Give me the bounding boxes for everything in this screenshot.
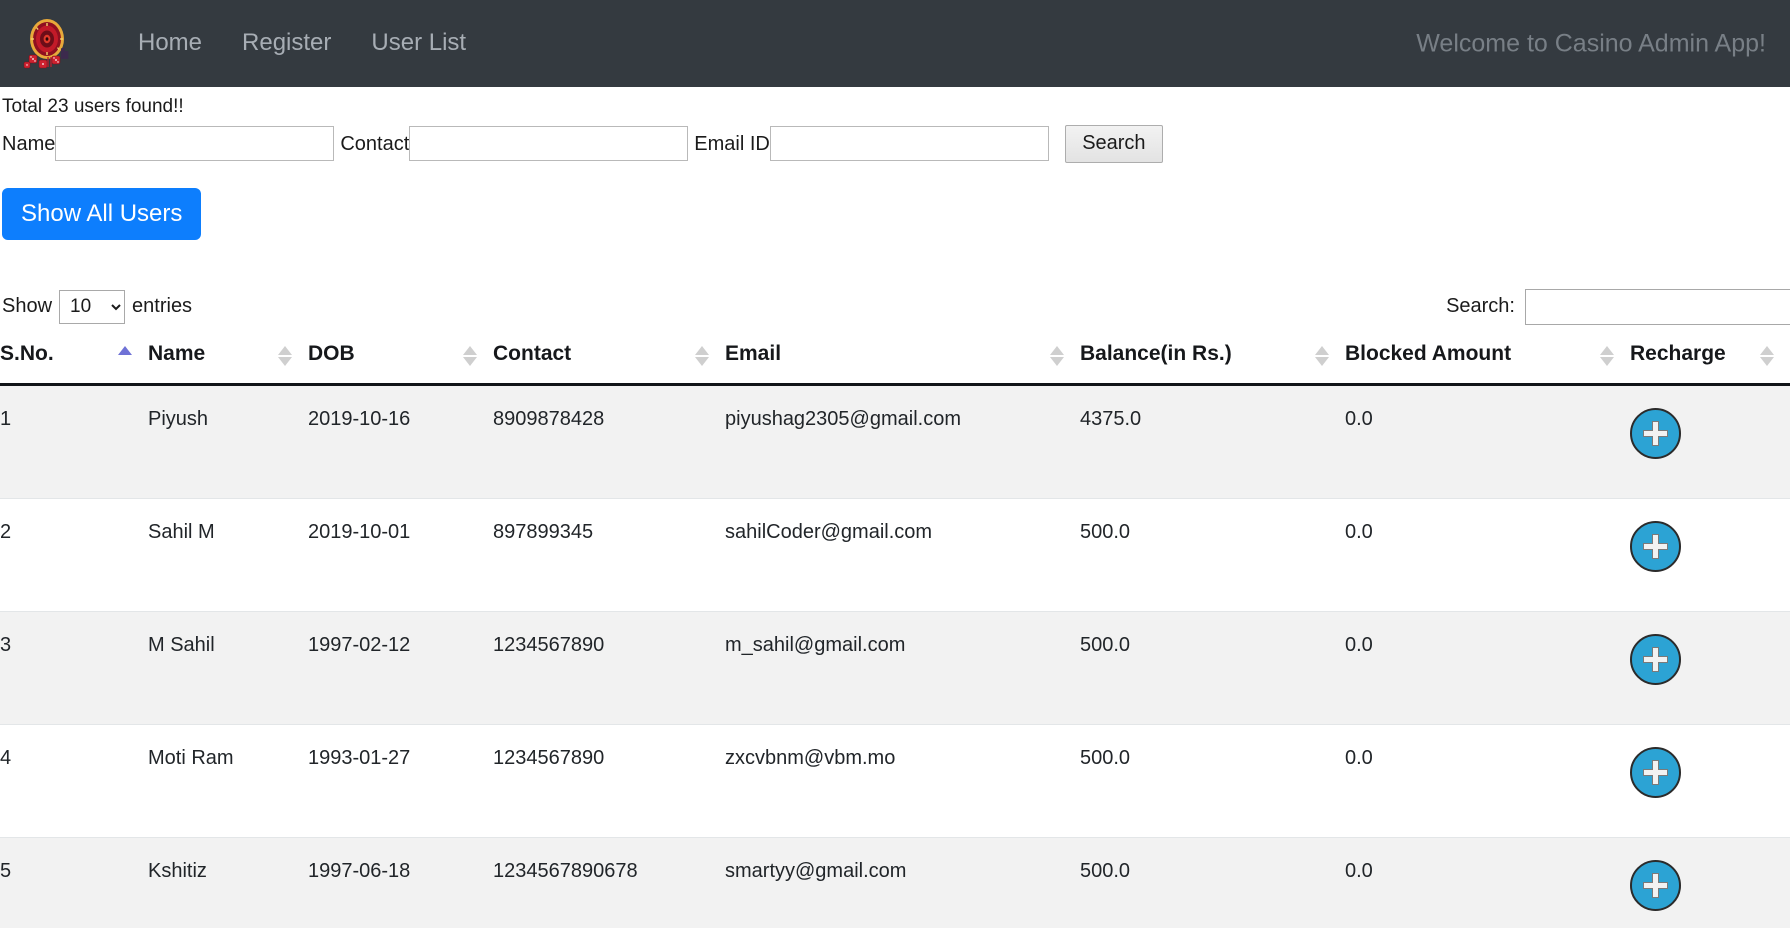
- cell-serial-number: 1: [0, 384, 148, 499]
- table-row: 5 Kshitiz 1997-06-18 1234567890678 smartyy@g…: [0, 837, 1790, 928]
- filter-bar: Name Contact Email ID Search: [0, 123, 1790, 163]
- table-row: 4 Moti Ram 1993-01-27 1234567890 zxcvbnm@vbm…: [0, 724, 1790, 838]
- cell-name: M Sahil: [148, 611, 308, 725]
- nav-link-user-list[interactable]: User List: [351, 25, 486, 62]
- column-header-name[interactable]: Name: [148, 341, 308, 386]
- plus-icon: [1643, 646, 1668, 672]
- users-table-head: S.No. Name DOB Contact Email Balance(in …: [0, 341, 1790, 386]
- recharge-plus-circle-icon-button[interactable]: [1630, 859, 1681, 911]
- column-header-email[interactable]: Email: [725, 341, 1080, 386]
- total-users-found-text: Total 23 users found!!: [2, 96, 184, 117]
- show-all-users-container: Show All Users: [0, 163, 1790, 240]
- cell-email: piyushag2305@gmail.com: [725, 384, 1080, 499]
- cell-balance: 4375.0: [1080, 384, 1345, 499]
- contact-filter-label: Contact: [340, 132, 410, 155]
- cell-email: zxcvbnm@vbm.mo: [725, 724, 1080, 838]
- recharge-plus-circle-icon-button[interactable]: [1630, 633, 1681, 685]
- top-navbar: Home Register User List Welcome to Casin…: [0, 0, 1790, 87]
- plus-icon: [1643, 420, 1668, 446]
- cell-contact: 1234567890: [493, 724, 725, 838]
- cell-name: Moti Ram: [148, 724, 308, 838]
- cell-email: sahilCoder@gmail.com: [725, 498, 1080, 612]
- plus-icon: [1643, 872, 1668, 898]
- column-header-sno[interactable]: S.No.: [0, 341, 148, 386]
- cell-dob: 1997-06-18: [308, 837, 493, 928]
- email-filter-input[interactable]: [769, 126, 1049, 162]
- column-header-contact[interactable]: Contact: [493, 341, 725, 386]
- cell-recharge: [1630, 384, 1790, 499]
- cell-balance: 500.0: [1080, 724, 1345, 838]
- nav-link-home[interactable]: Home: [118, 25, 222, 62]
- cell-recharge: [1630, 611, 1790, 725]
- navbar-welcome-text: Welcome to Casino Admin App!: [1416, 29, 1766, 57]
- cell-serial-number: 5: [0, 837, 148, 928]
- column-header-recharge[interactable]: Recharge: [1630, 341, 1790, 386]
- show-all-users-button[interactable]: Show All Users: [2, 187, 202, 240]
- column-header-dob[interactable]: DOB: [308, 341, 493, 386]
- email-filter-label: Email ID: [694, 132, 770, 155]
- name-filter-input[interactable]: [55, 126, 335, 162]
- nav-link-register[interactable]: Register: [222, 25, 351, 62]
- cell-email: smartyy@gmail.com: [725, 837, 1080, 928]
- datatable-search-label: Search:: [1446, 295, 1515, 318]
- casino-roulette-logo-icon[interactable]: [22, 15, 76, 73]
- column-header-blocked-amount[interactable]: Blocked Amount: [1345, 341, 1630, 386]
- cell-contact: 8909878428: [493, 384, 725, 499]
- entries-label: entries: [132, 295, 193, 318]
- cell-contact: 1234567890678: [493, 837, 725, 928]
- datatable-controls: Show 102550100 entries Search:: [0, 286, 1790, 328]
- cell-blocked-amount: 0.0: [1345, 384, 1630, 499]
- cell-recharge: [1630, 498, 1790, 612]
- cell-balance: 500.0: [1080, 611, 1345, 725]
- cell-name: Piyush: [148, 384, 308, 499]
- datatable-search-input[interactable]: [1525, 288, 1790, 325]
- show-label: Show: [2, 295, 53, 318]
- users-table-container: S.No. Name DOB Contact Email Balance(in …: [0, 341, 1790, 928]
- recharge-plus-circle-icon-button[interactable]: [1630, 746, 1681, 798]
- datatable-length-control: Show 102550100 entries: [2, 289, 193, 324]
- cell-dob: 2019-10-16: [308, 384, 493, 499]
- recharge-plus-circle-icon-button[interactable]: [1630, 407, 1681, 459]
- users-table-body: 1 Piyush 2019-10-16 8909878428 piyushag2305@…: [0, 384, 1790, 928]
- cell-email: m_sahil@gmail.com: [725, 611, 1080, 725]
- cell-blocked-amount: 0.0: [1345, 837, 1630, 928]
- datatable-search-control: Search:: [1446, 288, 1790, 325]
- table-row: 3M Sahil 1997-02-12 1234567890 m_sahil@gmai…: [0, 611, 1790, 725]
- cell-recharge: [1630, 724, 1790, 838]
- name-filter-label: Name: [2, 132, 56, 155]
- cell-blocked-amount: 0.0: [1345, 611, 1630, 725]
- cell-serial-number: 4: [0, 724, 148, 838]
- column-header-balance[interactable]: Balance(in Rs.): [1080, 341, 1345, 386]
- cell-contact: 897899345: [493, 498, 725, 612]
- cell-dob: 1993-01-27: [308, 724, 493, 838]
- entries-per-page-select[interactable]: 102550100: [59, 289, 126, 324]
- search-button[interactable]: Search: [1064, 124, 1163, 163]
- contact-filter-input[interactable]: [409, 126, 689, 162]
- table-row: 1 Piyush 2019-10-16 8909878428 piyushag2305@…: [0, 384, 1790, 499]
- cell-recharge: [1630, 837, 1790, 928]
- page-content: Total 23 users found!! Name Contact Emai…: [0, 87, 1790, 928]
- recharge-plus-circle-icon-button[interactable]: [1630, 520, 1681, 572]
- cell-name: Kshitiz: [148, 837, 308, 928]
- cell-blocked-amount: 0.0: [1345, 498, 1630, 612]
- table-header-row: S.No. Name DOB Contact Email Balance(in …: [0, 341, 1790, 386]
- cell-balance: 500.0: [1080, 498, 1345, 612]
- cell-dob: 1997-02-12: [308, 611, 493, 725]
- cell-serial-number: 2: [0, 498, 148, 612]
- cell-balance: 500.0: [1080, 837, 1345, 928]
- cell-name: Sahil M: [148, 498, 308, 612]
- plus-icon: [1643, 759, 1668, 785]
- cell-contact: 1234567890: [493, 611, 725, 725]
- cell-serial-number: 3: [0, 611, 148, 725]
- table-row: 2 Sahil M 2019-10-01 897899345 sahilCoder@gm…: [0, 498, 1790, 612]
- cell-dob: 2019-10-01: [308, 498, 493, 612]
- navbar-links: Home Register User List: [118, 25, 486, 62]
- users-table: S.No. Name DOB Contact Email Balance(in …: [0, 341, 1790, 928]
- plus-icon: [1643, 533, 1668, 559]
- cell-blocked-amount: 0.0: [1345, 724, 1630, 838]
